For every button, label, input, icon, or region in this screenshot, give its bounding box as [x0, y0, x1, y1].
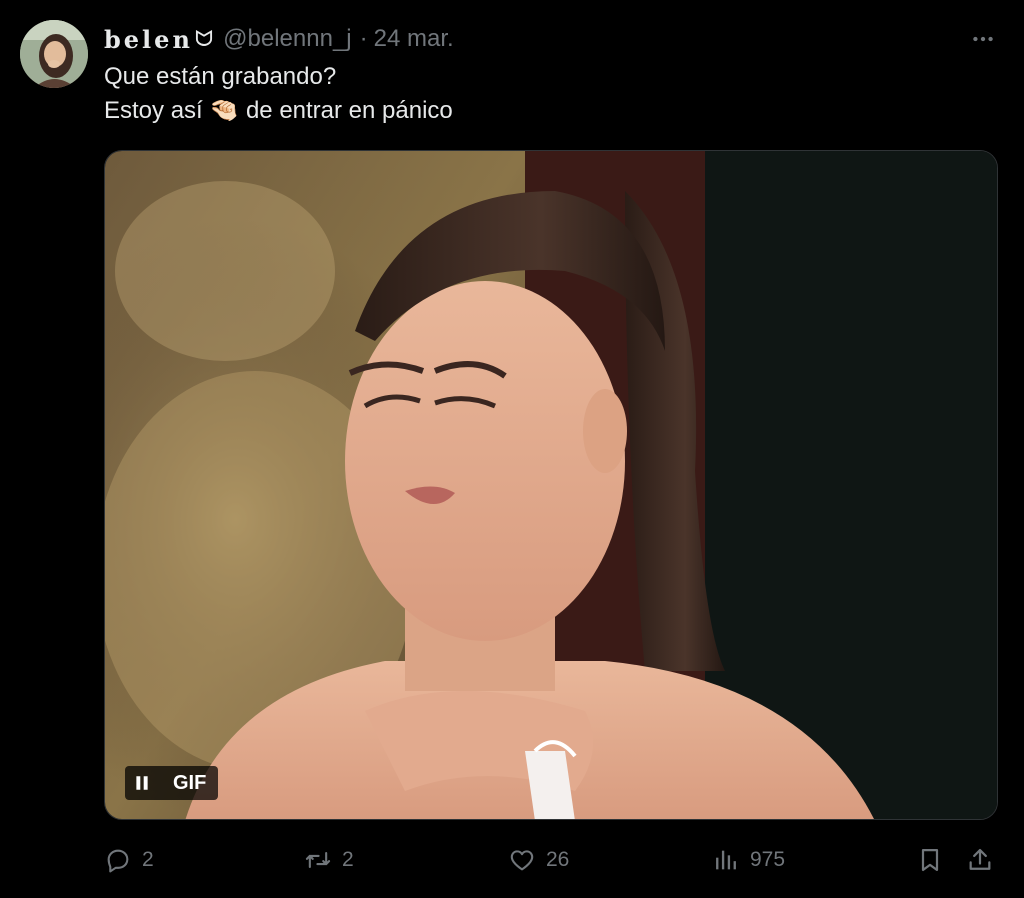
gif-frame-image — [105, 151, 997, 819]
tweet-line-2-end: de entrar en pánico — [245, 97, 453, 124]
header-separator: · — [359, 25, 368, 52]
tweet-text: Que están grabando? Estoy así 🤏🏻 de entr… — [104, 60, 453, 128]
share-button[interactable] — [966, 842, 994, 878]
like-count: 26 — [546, 848, 570, 871]
tweet-actions: 2 2 26 975 — [104, 842, 998, 878]
gif-badge: GIF — [125, 766, 219, 800]
more-options-button[interactable] — [968, 24, 998, 54]
share-icon — [969, 848, 991, 870]
tweet-line-1: Que están grabando? — [104, 63, 337, 90]
retweet-button[interactable]: 2 — [304, 842, 354, 878]
views-button[interactable]: 975 — [712, 842, 785, 878]
reply-button[interactable]: 2 — [104, 842, 154, 878]
reply-icon — [107, 849, 129, 873]
avatar[interactable] — [20, 20, 88, 88]
tweet-header: belen ᗢ @belennn_j · 24 mar. — [104, 22, 454, 56]
like-button[interactable]: 26 — [508, 842, 569, 878]
retweet-icon — [305, 851, 331, 869]
user-handle[interactable]: @belennn_j — [223, 25, 351, 53]
tweet-card[interactable]: belen ᗢ @belennn_j · 24 mar. Que están g… — [0, 0, 1024, 898]
tweet-line-2: Estoy así 🤏🏻 de entrar en pánico — [104, 94, 453, 128]
display-name[interactable]: belen — [104, 25, 193, 54]
gif-media[interactable]: GIF — [104, 150, 998, 820]
pause-button[interactable] — [125, 766, 159, 800]
heart-icon — [510, 850, 534, 871]
views-chart-icon — [716, 850, 736, 870]
bookmark-button[interactable] — [916, 842, 944, 878]
retweet-count: 2 — [342, 848, 354, 871]
pause-icon — [136, 776, 148, 790]
gif-label: GIF — [173, 771, 207, 794]
tweet-line-2-start: Estoy así — [104, 97, 203, 124]
pinching-hand-emoji: 🤏🏻 — [209, 97, 240, 124]
avatar-image — [20, 20, 88, 88]
bookmark-icon — [921, 848, 939, 872]
reply-count: 2 — [142, 848, 154, 871]
tweet-date[interactable]: 24 mar. — [374, 25, 454, 53]
name-glyph: ᗢ — [194, 26, 214, 51]
more-icon — [973, 36, 993, 42]
views-count: 975 — [750, 848, 786, 871]
